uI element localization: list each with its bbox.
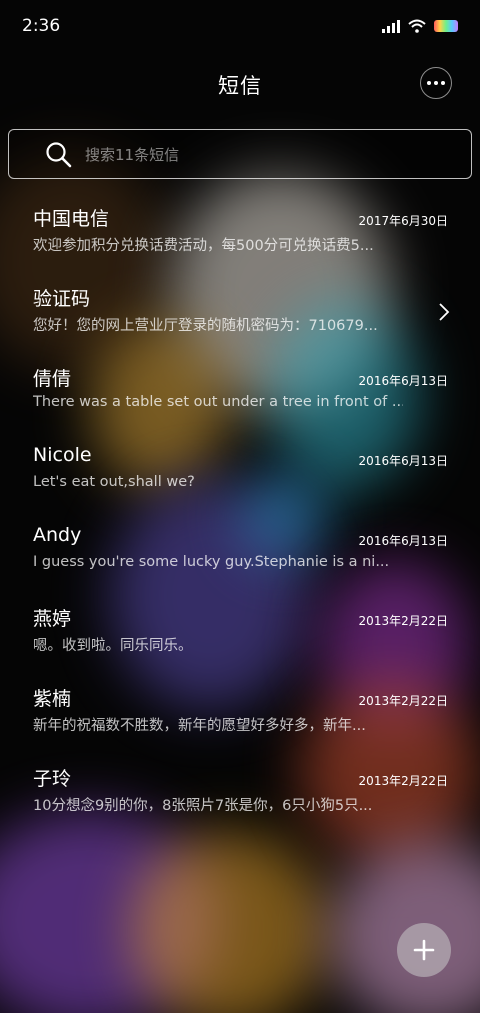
conversation-item[interactable]: Nicole 2016年6月13日 Let's eat out,shall we… (0, 440, 480, 520)
search-bar[interactable] (8, 129, 472, 180)
more-options-button[interactable] (420, 67, 452, 99)
signal-icon (382, 19, 400, 33)
status-icons (382, 19, 458, 33)
contact-name: 倩倩 (33, 368, 72, 390)
wifi-icon (408, 19, 426, 33)
status-bar: 2:36 (0, 0, 480, 52)
contact-name: 验证码 (33, 288, 91, 310)
contact-name: 燕婷 (33, 608, 72, 630)
contact-name: 紫楠 (33, 688, 72, 710)
contact-name: Andy (33, 524, 82, 546)
message-preview: 新年的祝福数不胜数，新年的愿望好多好多，新年... (33, 718, 366, 734)
message-date: 2013年2月22日 (358, 694, 448, 708)
message-preview: 您好！您的网上营业厅登录的随机密码为：710679... (33, 318, 378, 334)
message-date: 2016年6月13日 (358, 374, 448, 388)
message-preview: I guess you're some lucky guy.Stephanie … (33, 554, 390, 570)
contact-name: 中国电信 (33, 208, 110, 230)
conversation-item[interactable]: 子玲 2013年2月22日 10分想念9别的你，8张照片7张是你，6只小狗5只.… (0, 760, 480, 840)
app-header: 短信 (0, 58, 480, 110)
conversation-item[interactable]: 紫楠 2013年2月22日 新年的祝福数不胜数，新年的愿望好多好多，新年... (0, 680, 480, 760)
message-preview: 欢迎参加积分兑换话费活动，每500分可兑换话费5... (33, 238, 374, 254)
message-preview: There was a table set out under a tree i… (33, 394, 403, 410)
new-message-button[interactable] (397, 923, 451, 977)
conversation-item[interactable]: 验证码 您好！您的网上营业厅登录的随机密码为：710679... (0, 280, 480, 360)
chevron-right-icon (439, 303, 450, 321)
conversation-item[interactable]: 中国电信 2017年6月30日 欢迎参加积分兑换话费活动，每500分可兑换话费5… (0, 200, 480, 280)
conversation-item[interactable]: Andy 2016年6月13日 I guess you're some luck… (0, 520, 480, 600)
search-icon (46, 142, 72, 168)
message-date: 2016年6月13日 (358, 454, 448, 468)
message-preview: 10分想念9别的你，8张照片7张是你，6只小狗5只... (33, 798, 373, 814)
page-title: 短信 (218, 74, 262, 98)
battery-icon (434, 20, 458, 32)
plus-icon (413, 939, 435, 961)
conversation-list: 中国电信 2017年6月30日 欢迎参加积分兑换话费活动，每500分可兑换话费5… (0, 200, 480, 840)
message-preview: 嗯。收到啦。同乐同乐。 (33, 638, 193, 654)
message-date: 2013年2月22日 (358, 774, 448, 788)
search-input[interactable] (83, 130, 457, 180)
message-date: 2016年6月13日 (358, 534, 448, 548)
message-date: 2017年6月30日 (358, 214, 448, 228)
more-horizontal-icon (427, 81, 431, 85)
status-time: 2:36 (22, 16, 61, 36)
conversation-item[interactable]: 燕婷 2013年2月22日 嗯。收到啦。同乐同乐。 (0, 600, 480, 680)
conversation-item[interactable]: 倩倩 2016年6月13日 There was a table set out … (0, 360, 480, 440)
message-date: 2013年2月22日 (358, 614, 448, 628)
contact-name: 子玲 (33, 768, 72, 790)
contact-name: Nicole (33, 444, 92, 466)
message-preview: Let's eat out,shall we? (33, 474, 195, 490)
